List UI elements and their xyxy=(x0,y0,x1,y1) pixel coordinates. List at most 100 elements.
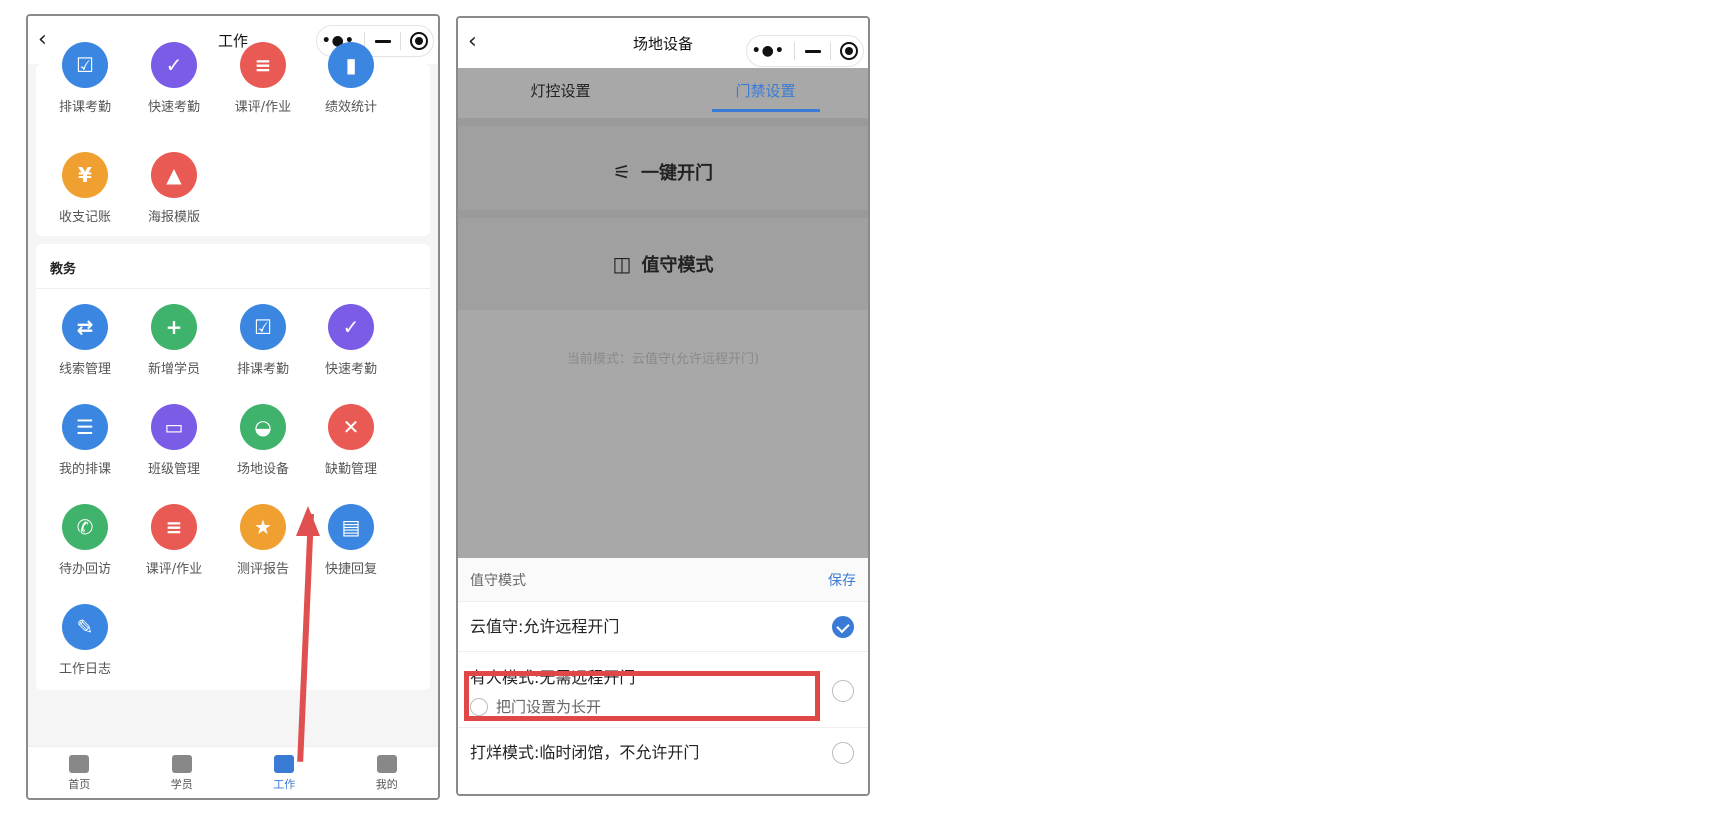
schedule-icon: ☑ xyxy=(62,42,108,88)
highlight-box xyxy=(464,671,820,721)
annotation-arrow-head xyxy=(296,506,320,536)
tools-card: ☑ 排课考勤 ✓ 快速考勤 ≡ 课评/作业 ▮ 绩效统计 ¥ 收支记账 ▲ 海报模版 xyxy=(36,42,430,236)
grid-item-label: 测评报告 xyxy=(236,562,289,577)
option-cloud-guard[interactable]: 云值守:允许远程开门 xyxy=(458,602,868,652)
grid-item-label: 课评/作业 xyxy=(234,100,292,115)
open-door-button[interactable]: ⚟ 一键开门 xyxy=(458,118,868,218)
more-icon[interactable]: •●• xyxy=(752,43,785,59)
grid-item[interactable]: ✆ 待办回访 xyxy=(36,504,134,577)
grid-item-label: 场地设备 xyxy=(236,462,289,477)
yen-icon: ¥ xyxy=(62,152,108,198)
academic-card: 教务 ⇄ 线索管理 + 新增学员 ☑ 排课考勤 ✓ 快速考勤 ☰ 我的排课 ▭ 班级管理 ◒ 场地设备 ✕ 缺… xyxy=(36,244,430,690)
radio-checked-icon[interactable] xyxy=(832,616,854,638)
tab-light-control[interactable]: 灯控设置 xyxy=(458,68,663,118)
grid-item[interactable]: ☑ 排课考勤 xyxy=(36,42,134,115)
guard-mode-label: 值守模式 xyxy=(641,255,714,276)
radio-icon[interactable] xyxy=(832,680,854,702)
grid-item-label: 缺勤管理 xyxy=(324,462,377,477)
mini-program-capsule: •●• xyxy=(746,35,864,67)
grid-item-label: 排课考勤 xyxy=(236,362,289,377)
grid-item-label: 海报模版 xyxy=(147,210,200,225)
divider xyxy=(399,32,401,50)
grid-item[interactable]: ✓ 快速考勤 xyxy=(302,304,400,377)
bar-chart-icon: ▮ xyxy=(328,42,374,88)
tab-label: 我的 xyxy=(375,778,398,791)
reply-icon: ▤ xyxy=(328,504,374,550)
grid-item[interactable]: ≡ 课评/作业 xyxy=(214,42,312,115)
door-sensor-icon: ⚟ xyxy=(613,160,631,184)
grid-item-label: 绩效统计 xyxy=(324,100,377,115)
home-icon xyxy=(69,755,90,773)
venue-device-screen: ‹ 场地设备 •●• 灯控设置 门禁设置 ⚟ 一键开门 ◫ 值守模式 当前模式：… xyxy=(456,16,870,796)
grid-item[interactable]: ✎ 工作日志 xyxy=(36,604,134,677)
grid-item[interactable]: ✓ 快速考勤 xyxy=(125,42,223,115)
tab-students[interactable]: 学员 xyxy=(131,747,234,798)
close-target-icon[interactable] xyxy=(410,32,429,50)
divider xyxy=(829,42,831,60)
absence-icon: ✕ xyxy=(328,404,374,450)
tab-label: 学员 xyxy=(170,778,193,791)
tab-access-control[interactable]: 门禁设置 xyxy=(663,68,868,118)
sheet-title: 值守模式 xyxy=(470,572,526,589)
save-button[interactable]: 保存 xyxy=(828,570,856,590)
pen-icon: ✎ xyxy=(62,604,108,650)
grid-item[interactable]: ≡ 课评/作业 xyxy=(125,504,223,577)
schedule-icon: ☑ xyxy=(240,304,286,350)
tab-bar: 首页 学员 工作 我的 xyxy=(28,746,438,798)
lamp-icon: ◒ xyxy=(240,404,286,450)
students-icon xyxy=(171,755,192,773)
grid-item[interactable]: ☑ 排课考勤 xyxy=(214,304,312,377)
settings-tabs: 灯控设置 门禁设置 xyxy=(458,68,868,118)
tab-profile[interactable]: 我的 xyxy=(336,747,439,798)
grid-item-label: 排课考勤 xyxy=(58,100,111,115)
current-mode-text: 当前模式：云值守(允许远程开门) xyxy=(566,352,760,367)
work-icon xyxy=(274,755,295,773)
minimize-icon[interactable] xyxy=(804,49,821,53)
option-label: 打烊模式:临时闭馆，不允许开门 xyxy=(470,743,700,762)
grid-item[interactable]: + 新增学员 xyxy=(125,304,223,377)
phone-icon: ✆ xyxy=(62,504,108,550)
check-icon: ✓ xyxy=(328,304,374,350)
guard-mode-button[interactable]: ◫ 值守模式 xyxy=(458,210,868,310)
grid-item-label: 线索管理 xyxy=(58,362,111,377)
grid-item-label: 快捷回复 xyxy=(324,562,377,577)
add-user-icon: + xyxy=(151,304,197,350)
check-icon: ✓ xyxy=(151,42,197,88)
close-target-icon[interactable] xyxy=(840,42,859,60)
option-closed-mode[interactable]: 打烊模式:临时闭馆，不允许开门 xyxy=(458,728,868,778)
grid-item-label: 工作日志 xyxy=(58,662,111,677)
grid-item-label: 待办回访 xyxy=(58,562,111,577)
dimmed-content: ⚟ 一键开门 ◫ 值守模式 当前模式：云值守(允许远程开门) xyxy=(458,118,868,558)
list-icon: ≡ xyxy=(240,42,286,88)
grid-item[interactable]: ▲ 海报模版 xyxy=(125,152,223,225)
grid-item[interactable]: ✕ 缺勤管理 xyxy=(302,404,400,477)
tab-home[interactable]: 首页 xyxy=(28,747,131,798)
tab-work[interactable]: 工作 xyxy=(233,747,336,798)
clue-icon: ⇄ xyxy=(62,304,108,350)
grid-item[interactable]: ▭ 班级管理 xyxy=(125,404,223,477)
profile-icon xyxy=(376,755,397,773)
page-title: 场地设备 xyxy=(632,34,693,53)
back-icon[interactable]: ‹ xyxy=(468,30,492,54)
tab-label: 工作 xyxy=(273,778,296,791)
sheet-header: 值守模式 保存 xyxy=(458,558,868,602)
radio-icon[interactable] xyxy=(832,742,854,764)
section-title: 教务 xyxy=(50,262,77,277)
grid-item[interactable]: ◒ 场地设备 xyxy=(214,404,312,477)
grid-item-label: 快速考勤 xyxy=(147,100,200,115)
grid-item-label: 课评/作业 xyxy=(145,562,203,577)
grid-item[interactable]: ⇄ 线索管理 xyxy=(36,304,134,377)
list-icon: ≡ xyxy=(151,504,197,550)
grid-item-label: 收支记账 xyxy=(58,210,111,225)
grid-item[interactable]: ▮ 绩效统计 xyxy=(302,42,400,115)
divider xyxy=(794,42,796,60)
grid-item[interactable]: ¥ 收支记账 xyxy=(36,152,134,225)
class-icon: ▭ xyxy=(151,404,197,450)
work-screen: ‹ 工作 •●• ☑ 排课考勤 ✓ 快速考勤 ≡ 课评/作业 ▮ 绩效统计 ¥ 收支记账 ▲ 海报模… xyxy=(26,14,440,800)
grid-item[interactable]: ☰ 我的排课 xyxy=(36,404,134,477)
open-door-label: 一键开门 xyxy=(640,163,713,184)
grid-item-label: 我的排课 xyxy=(58,462,111,477)
mountain-icon: ▲ xyxy=(151,152,197,198)
grid-item-label: 快速考勤 xyxy=(324,362,377,377)
option-label: 云值守:允许远程开门 xyxy=(470,617,620,636)
